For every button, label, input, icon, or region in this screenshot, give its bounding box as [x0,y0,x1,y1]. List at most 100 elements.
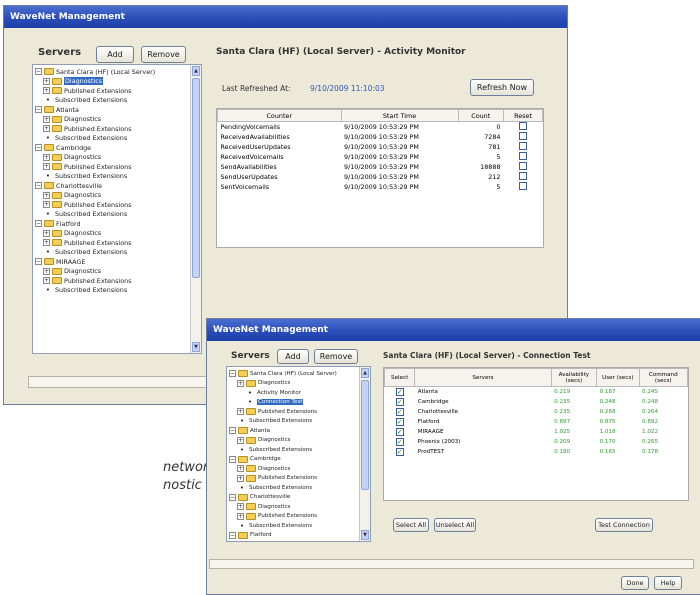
tree-node[interactable]: • Activity Monitor [227,388,359,398]
scroll-up-icon[interactable]: ▲ [361,368,369,378]
tree-node[interactable]: +Diagnostics [33,115,190,125]
scroll-down-icon[interactable]: ▼ [361,530,369,540]
select-checkbox[interactable]: ✓ [395,447,404,456]
expand-toggle-icon[interactable]: + [237,503,244,511]
select-checkbox[interactable]: ✓ [395,437,404,446]
tree-node[interactable]: + Published Extensions [33,276,190,286]
expand-toggle-icon[interactable]: + [43,163,50,171]
expand-toggle-icon[interactable]: + [237,541,244,542]
tree-node[interactable]: • Connection Test [227,398,359,408]
expand-toggle-icon[interactable]: − [229,531,236,539]
tree-node[interactable]: − Flatford [227,531,359,541]
tree-node[interactable]: − Atlanta [33,105,190,115]
reset-checkbox[interactable] [519,132,527,140]
expand-toggle-icon[interactable]: + [237,379,244,387]
tree-node[interactable]: − Charlottesville [33,181,190,191]
done-button[interactable]: Done [621,576,649,590]
expand-toggle-icon[interactable]: + [43,87,50,95]
expand-toggle-icon[interactable]: − [35,220,42,228]
tree-node[interactable]: +Diagnostics [227,502,359,512]
column-header[interactable]: Select [384,368,416,387]
reset-checkbox[interactable] [519,142,527,150]
column-header[interactable]: Servers [414,368,552,387]
tree-node[interactable]: + Published Extensions [227,474,359,484]
expand-toggle-icon[interactable]: + [43,277,50,285]
help-button[interactable]: Help [654,576,682,590]
column-header[interactable]: Counter [217,109,342,122]
reset-checkbox[interactable] [519,182,527,190]
tree-node[interactable]: +Diagnostics [33,267,190,277]
expand-toggle-icon[interactable]: − [35,106,42,114]
expand-toggle-icon[interactable]: + [43,125,50,133]
tree-node[interactable]: − MIRAAGE [33,257,190,267]
select-checkbox[interactable]: ✓ [395,417,404,426]
tree-node[interactable]: • Subscribed Extensions [227,483,359,493]
expand-toggle-icon[interactable]: + [43,229,50,237]
remove-server-button[interactable]: Remove [141,46,186,63]
remove-server-button[interactable]: Remove [314,349,358,364]
tree-node[interactable]: + Published Extensions [33,238,190,248]
select-checkbox[interactable]: ✓ [395,427,404,436]
reset-checkbox[interactable] [519,172,527,180]
tree-node[interactable]: + Published Extensions [227,512,359,522]
tree-node[interactable]: +Diagnostics [227,379,359,389]
column-header[interactable]: Reset [503,109,543,122]
tree-node[interactable]: + Published Extensions [227,407,359,417]
tree-node[interactable]: • Subscribed Extensions [33,248,190,258]
expand-toggle-icon[interactable]: + [237,512,244,520]
tree-node[interactable]: + Published Extensions [33,200,190,210]
expand-toggle-icon[interactable]: + [43,77,50,85]
expand-toggle-icon[interactable]: + [43,267,50,275]
expand-toggle-icon[interactable]: − [229,370,236,378]
select-checkbox[interactable]: ✓ [395,397,404,406]
tree-node[interactable]: • Subscribed Extensions [227,521,359,531]
expand-toggle-icon[interactable]: − [229,493,236,501]
tree-scrollbar[interactable]: ▲ ▼ [190,65,201,353]
column-header[interactable]: Count [457,109,504,122]
tree-node[interactable]: • Subscribed Extensions [227,445,359,455]
tree-node[interactable]: +Diagnostics [227,540,359,542]
scroll-up-icon[interactable]: ▲ [192,66,200,76]
expand-toggle-icon[interactable]: + [237,465,244,473]
add-server-button[interactable]: Add [277,349,309,364]
tree-node[interactable]: − Cambridge [33,143,190,153]
scroll-thumb[interactable] [361,380,369,490]
tree-node[interactable]: • Subscribed Extensions [33,286,190,296]
expand-toggle-icon[interactable]: + [237,408,244,416]
tree-node[interactable]: +Diagnostics [33,77,190,87]
scroll-down-icon[interactable]: ▼ [192,342,200,352]
tree-node[interactable]: + Published Extensions [33,162,190,172]
expand-toggle-icon[interactable]: − [35,182,42,190]
tree-node[interactable]: + Published Extensions [33,86,190,96]
column-header[interactable]: Start Time [340,109,459,122]
tree-node[interactable]: − Flatford [33,219,190,229]
tree-node[interactable]: − Charlottesville [227,493,359,503]
expand-toggle-icon[interactable]: + [237,474,244,482]
tree-node[interactable]: • Subscribed Extensions [227,417,359,427]
expand-toggle-icon[interactable]: − [35,144,42,152]
tree-node[interactable]: +Diagnostics [33,191,190,201]
tree-node[interactable]: +Diagnostics [227,436,359,446]
expand-toggle-icon[interactable]: − [35,258,42,266]
tree-node[interactable]: + Published Extensions [33,124,190,134]
tree-node[interactable]: − Cambridge [227,455,359,465]
test-connection-button[interactable]: Test Connection [595,518,653,532]
add-server-button[interactable]: Add [96,46,134,63]
tree-node[interactable]: • Subscribed Extensions [33,96,190,106]
tree-node[interactable]: − Santa Clara (HF) (Local Server) [227,369,359,379]
expand-toggle-icon[interactable]: + [43,153,50,161]
reset-checkbox[interactable] [519,122,527,130]
column-header[interactable]: Command (secs) [638,368,688,387]
select-checkbox[interactable]: ✓ [395,387,404,396]
unselect-all-button[interactable]: Unselect All [434,518,476,532]
tree-node[interactable]: +Diagnostics [33,229,190,239]
tree-node[interactable]: − Atlanta [227,426,359,436]
expand-toggle-icon[interactable]: − [229,455,236,463]
reset-checkbox[interactable] [519,162,527,170]
tree-scrollbar[interactable]: ▲ ▼ [359,367,370,541]
tree-node[interactable]: • Subscribed Extensions [33,172,190,182]
scroll-thumb[interactable] [192,78,200,278]
server-tree[interactable]: − Santa Clara (HF) (Local Server) + Diagnos… [226,366,371,542]
select-all-button[interactable]: Select All [393,518,429,532]
tree-node[interactable]: • Subscribed Extensions [33,210,190,220]
